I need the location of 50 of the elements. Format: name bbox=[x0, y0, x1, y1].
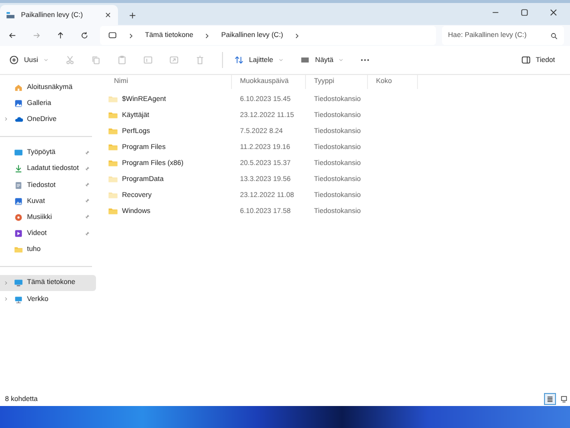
back-arrow-icon bbox=[8, 31, 17, 40]
pin-icon bbox=[84, 198, 90, 204]
cloud-icon bbox=[14, 114, 23, 124]
chevron-icon bbox=[3, 116, 9, 122]
plus-circle-icon bbox=[9, 55, 19, 65]
details-view-button[interactable] bbox=[544, 393, 556, 405]
clipboard-icon bbox=[117, 55, 128, 65]
chevron-icon bbox=[127, 32, 135, 40]
scissors-icon bbox=[65, 55, 76, 65]
pin-icon bbox=[84, 166, 90, 172]
trash-icon bbox=[195, 55, 206, 65]
videos-icon bbox=[14, 229, 23, 238]
list-icon bbox=[546, 395, 554, 403]
pin-icon bbox=[84, 150, 90, 156]
close-icon bbox=[549, 8, 558, 17]
forward-arrow-icon bbox=[32, 31, 41, 40]
computer-icon bbox=[14, 278, 23, 288]
maximize-icon bbox=[520, 8, 529, 17]
copy-icon bbox=[91, 55, 102, 65]
share-icon bbox=[169, 55, 180, 65]
music-icon bbox=[14, 212, 23, 222]
chevron-icon bbox=[3, 280, 9, 286]
tiles-view-button[interactable] bbox=[558, 393, 570, 405]
search-icon bbox=[550, 32, 558, 40]
pin-icon bbox=[84, 230, 90, 237]
home-icon bbox=[14, 82, 23, 92]
view-icon bbox=[300, 55, 310, 65]
desktop-icon bbox=[14, 148, 23, 158]
pictures-icon bbox=[14, 196, 23, 206]
network-icon bbox=[14, 294, 23, 304]
close-icon bbox=[104, 11, 112, 19]
folder-icon bbox=[14, 245, 23, 254]
pin-icon bbox=[84, 214, 90, 220]
chevron-icon bbox=[3, 296, 9, 302]
plus-icon bbox=[128, 11, 137, 20]
caret-icon bbox=[338, 57, 344, 63]
caret-icon bbox=[278, 57, 284, 63]
pin-icon bbox=[84, 182, 90, 188]
up-arrow-icon bbox=[56, 31, 65, 40]
monitor-icon bbox=[108, 31, 117, 40]
tile-icon bbox=[560, 395, 568, 403]
rename-icon bbox=[143, 55, 154, 65]
documents-icon bbox=[14, 180, 23, 190]
details-pane-icon bbox=[520, 55, 531, 65]
download-icon bbox=[14, 164, 23, 174]
caret-icon bbox=[43, 57, 50, 63]
sort-arrows-icon bbox=[234, 55, 244, 65]
drive-icon bbox=[6, 10, 15, 20]
refresh-icon bbox=[80, 31, 89, 40]
gallery-icon bbox=[14, 98, 23, 108]
